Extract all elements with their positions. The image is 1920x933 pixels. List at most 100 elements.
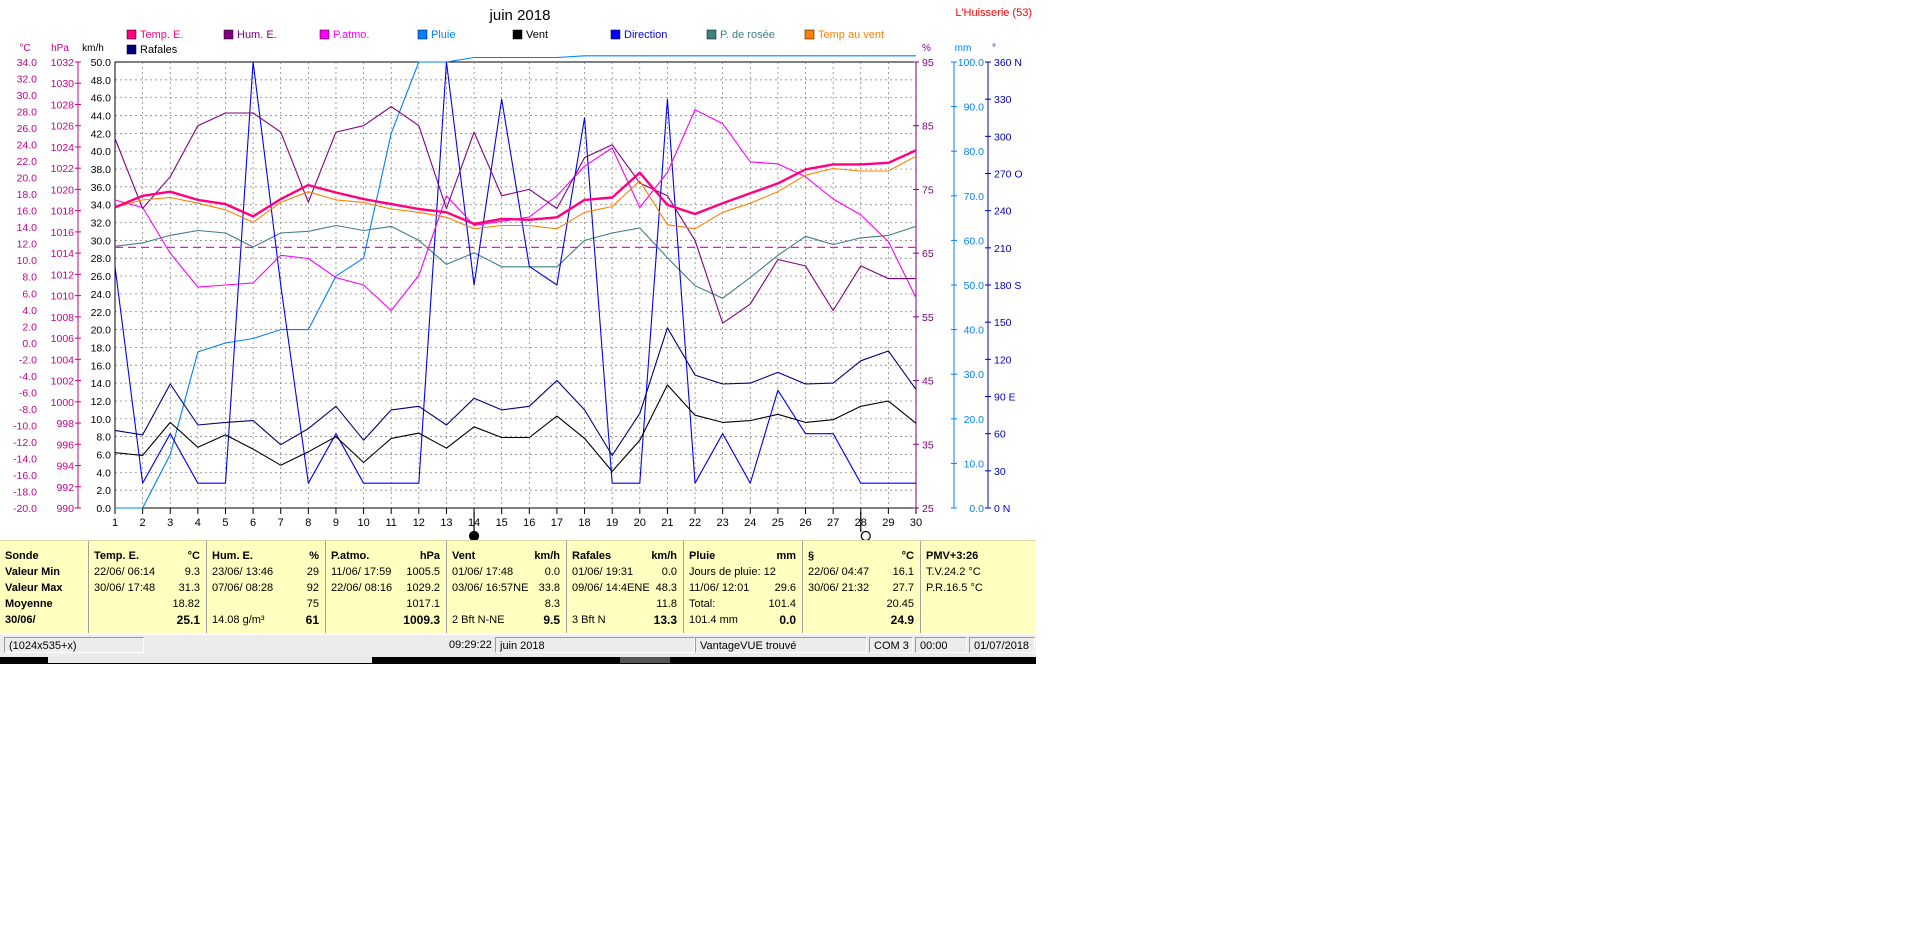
axis-rain-tick: 30.0	[964, 369, 985, 381]
axis-dir-tick: 180 S	[994, 280, 1021, 292]
x-tick-label: 22	[689, 517, 701, 529]
stats-wind: Vent km/h 01/06/ 17:48 0.0 03/06/ 16:57NE 3…	[447, 541, 567, 633]
axis-rain-tick: 50.0	[964, 280, 985, 292]
station-name: L'Huisserie (53)	[955, 7, 1032, 19]
dew-title: §	[808, 550, 815, 562]
axis-rain-tick: 60.0	[964, 235, 985, 247]
axis-temp-tick: 10.0	[17, 255, 38, 267]
axis-speed-tick: 44.0	[91, 111, 112, 123]
axis-rain-tick: 70.0	[964, 191, 985, 203]
pmv-pr: P.R.16.5 °C	[926, 582, 983, 594]
stats-labels: Sonde Valeur Min Valeur Max Moyenne 30/0…	[0, 541, 89, 633]
axis-hum-tick: 55	[922, 312, 934, 324]
legend-label: Pluie	[431, 29, 455, 41]
axis-press-tick: 1004	[51, 354, 75, 366]
x-tick-label: 23	[717, 517, 729, 529]
axis-rain-unit: mm	[955, 43, 972, 54]
x-tick-label: 18	[578, 517, 590, 529]
axis-temp-tick: -8.0	[19, 404, 37, 416]
rain-max: 29.6	[774, 582, 796, 594]
temp-min: 9.3	[184, 566, 200, 578]
axis-hum-tick: 45	[922, 376, 934, 388]
axis-press-tick: 1006	[51, 333, 75, 345]
rain-days: Jours de pluie: 12	[689, 566, 776, 578]
rain-month: 101.4 mm	[689, 614, 738, 626]
press-max: 1029.2	[406, 582, 440, 594]
label-min: Valeur Min	[5, 566, 61, 578]
dew-avg: 20.45	[886, 598, 914, 610]
axis-dir-tick: 0 N	[994, 503, 1010, 515]
axis-speed-tick: 36.0	[91, 182, 112, 194]
moon-new-icon	[468, 530, 480, 540]
hum-title: Hum. E.	[212, 550, 253, 562]
press-avg: 1017.1	[406, 598, 440, 610]
gust-min: 0.0	[661, 566, 677, 578]
legend-label: Direction	[624, 29, 667, 41]
axis-temp-tick: 28.0	[17, 107, 38, 119]
dew-min-time: 22/06/ 04:47	[808, 566, 870, 578]
press-min: 1005.5	[406, 566, 440, 578]
legend-swatch	[706, 29, 717, 40]
press-max-time: 22/06/ 08:16	[331, 582, 393, 594]
rain-total: 101.4	[768, 598, 796, 610]
gust-title: Rafales	[572, 550, 612, 562]
weather-chart: juin 2018 L'Huisserie (53)1 2 3 4 5 6 7 8 9 10 11 12…	[13, 7, 1032, 540]
moon-full-icon	[860, 530, 871, 540]
temp-title: Temp. E.	[94, 550, 140, 562]
dew-unit: °C	[901, 550, 914, 562]
axis-press-tick: 1008	[51, 312, 75, 324]
press-min-time: 11/06/ 17:59	[331, 566, 392, 578]
axis-temp-tick: -14.0	[13, 453, 37, 465]
dew-min: 16.1	[892, 566, 914, 578]
hum-min: 29	[306, 566, 319, 578]
axis-press-tick: 992	[56, 482, 74, 494]
gust-max-time: 09/06/ 14:4ENE	[572, 582, 650, 594]
x-tick-label: 29	[882, 517, 894, 529]
axis-dir-tick: 330	[994, 94, 1012, 106]
axis-press-tick: 1020	[51, 184, 75, 196]
x-tick-label: 6	[250, 517, 256, 529]
axis-speed-tick: 40.0	[91, 146, 112, 158]
axis-press-tick: 1028	[51, 99, 75, 111]
axis-press-tick: 1018	[51, 206, 75, 218]
axis-temp-tick: -6.0	[19, 387, 37, 399]
axis-speed-tick: 20.0	[91, 325, 112, 337]
axis-dir-tick: 30	[994, 466, 1006, 478]
axis-dir-tick: 240	[994, 206, 1012, 218]
x-tick-label: 24	[744, 517, 756, 529]
legend-label: Temp au vent	[818, 29, 884, 41]
legend-label: P. de rosée	[720, 29, 775, 41]
axis-press-tick: 1016	[51, 227, 75, 239]
x-tick-label: 8	[305, 517, 311, 529]
axis-press-tick: 1026	[51, 121, 75, 133]
press-current: 1009.3	[403, 613, 440, 627]
axis-speed-tick: 24.0	[91, 289, 112, 301]
legend-swatch	[512, 29, 523, 40]
axis-hum-tick: 35	[922, 439, 934, 451]
x-tick-label: 10	[357, 517, 369, 529]
x-tick-label: 27	[827, 517, 839, 529]
axis-press-tick: 1024	[51, 142, 75, 154]
status-bar: (1024x535+x) 09:29:22 juin 2018 VantageV…	[0, 634, 1036, 657]
stats-press: P.atmo. hPa 11/06/ 17:59 1005.5 22/06/ 08:…	[326, 541, 447, 633]
gust-min-time: 01/06/ 19:31	[572, 566, 634, 578]
status-month: juin 2018	[495, 637, 695, 653]
x-tick-label: 30	[910, 517, 922, 529]
wind-max: 33.8	[538, 582, 560, 594]
label-sonde: Sonde	[5, 550, 39, 562]
rain-current: 0.0	[779, 613, 796, 627]
axis-temp-unit: °C	[19, 43, 30, 54]
axis-temp-tick: 4.0	[22, 305, 37, 317]
legend-label: P.atmo.	[333, 29, 370, 41]
wind-avg: 8.3	[544, 598, 560, 610]
axis-hum-tick: 85	[922, 121, 934, 133]
legend-label: Temp. E.	[140, 29, 183, 41]
hum-current: 61	[305, 613, 319, 627]
x-tick-label: 2	[140, 517, 146, 529]
x-tick-label: 17	[551, 517, 563, 529]
axis-press-tick: 1022	[51, 163, 75, 175]
axis-speed-tick: 0.0	[96, 503, 111, 515]
axis-dir-tick: 120	[994, 354, 1012, 366]
rain-unit: mm	[776, 550, 796, 562]
x-tick-label: 19	[606, 517, 618, 529]
